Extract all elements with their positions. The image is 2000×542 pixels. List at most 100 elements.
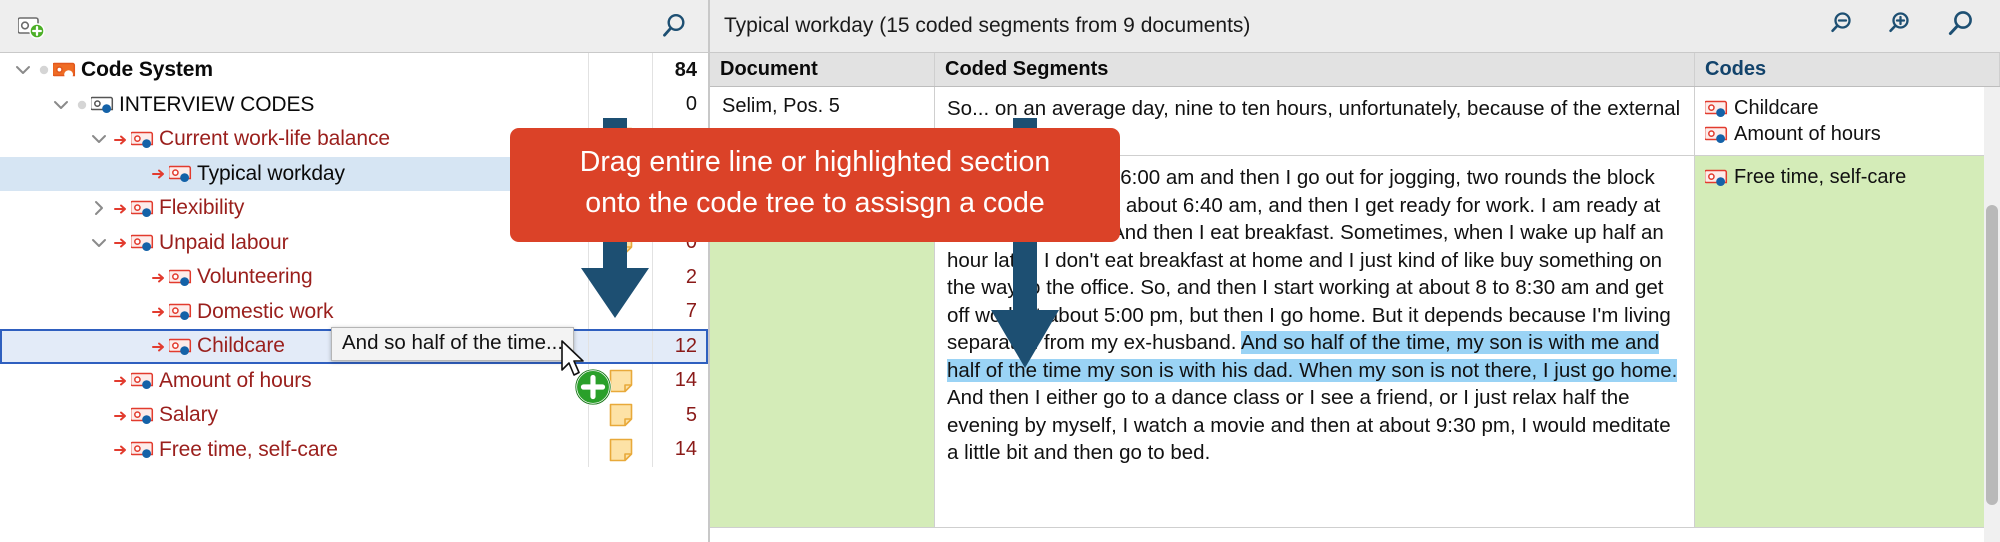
new-code-icon[interactable]	[14, 9, 52, 43]
memo-cell-empty	[588, 53, 652, 88]
code-icon-red	[130, 439, 159, 460]
code-icon-red	[130, 198, 159, 219]
maxqda-retrieved-segments-window: Code System 84 INTERVIEW CODES 0 Current wor…	[0, 0, 2000, 542]
activated-code-arrow-icon	[112, 408, 130, 423]
code-tree-search-icon[interactable]	[656, 9, 694, 43]
code-tree-item-label: Flexibility	[159, 196, 245, 220]
code-icon-red	[1705, 124, 1732, 145]
code-tree-item-label: Unpaid labour	[159, 230, 289, 254]
assigned-code-item[interactable]: Amount of hours	[1705, 121, 1989, 147]
code-icon-red	[1705, 98, 1732, 119]
assigned-code-item[interactable]: Childcare	[1705, 95, 1989, 121]
code-icon-red	[130, 370, 159, 391]
code-tree-item-label: Domestic work	[197, 299, 334, 323]
search-icon[interactable]	[1946, 9, 1976, 44]
code-tree-item-label: Amount of hours	[159, 368, 312, 392]
segments-scroll-thumb[interactable]	[1986, 205, 1998, 505]
retrieved-segments-title: Typical workday (15 coded segments from …	[724, 14, 1251, 37]
code-tree-item-label: Free time, self-care	[159, 437, 338, 461]
activated-code-arrow-icon	[112, 235, 130, 250]
code-frequency-count: 12	[652, 329, 708, 364]
code-tree-item-content[interactable]: Domestic work	[0, 300, 588, 324]
retrieved-segments-panel: Typical workday (15 coded segments from …	[710, 0, 2000, 542]
activated-code-arrow-icon	[150, 339, 168, 354]
code-system-toolbar	[0, 0, 708, 53]
code-tree-item-content[interactable]: Amount of hours	[0, 369, 588, 393]
segments-grid: Document Coded Segments Codes Selim, Pos…	[710, 53, 2000, 542]
chevron-down-icon[interactable]	[86, 130, 112, 148]
retrieved-segments-icon-group	[1830, 9, 1992, 44]
activated-code-arrow-icon	[112, 442, 130, 457]
code-frequency-count: 5	[652, 398, 708, 433]
column-header-document[interactable]: Document	[710, 53, 935, 86]
activated-code-arrow-icon	[150, 270, 168, 285]
retrieved-segments-toolbar: Typical workday (15 coded segments from …	[710, 0, 2000, 53]
column-header-codes[interactable]: Codes	[1695, 53, 2000, 86]
chevron-down-icon[interactable]	[10, 61, 36, 79]
code-icon-red	[168, 301, 197, 322]
code-frequency-count: 14	[652, 432, 708, 467]
activated-code-arrow-icon	[112, 373, 130, 388]
activated-code-arrow-icon	[150, 166, 168, 181]
code-frequency-count: 14	[652, 363, 708, 398]
code-tree-item-label: Current work-life balance	[159, 127, 390, 151]
code-tree-item-code-system[interactable]: Code System 84	[0, 53, 708, 88]
code-icon-red	[130, 405, 159, 426]
segments-scrollbar[interactable]	[1984, 87, 2000, 542]
code-tree-item-label: Code System	[81, 58, 213, 82]
zoom-in-icon[interactable]	[1888, 10, 1916, 43]
assigned-code-label: Childcare	[1734, 97, 1819, 119]
memo-icon[interactable]	[588, 432, 652, 467]
status-dot-icon	[36, 64, 52, 76]
code-tree-item-label: Volunteering	[197, 265, 313, 289]
callout-line-1: Drag entire line or highlighted section	[579, 146, 1051, 178]
code-tree-item-label: INTERVIEW CODES	[119, 92, 315, 116]
chevron-down-icon[interactable]	[86, 234, 112, 252]
zoom-out-icon[interactable]	[1830, 10, 1858, 43]
assigned-code-item[interactable]: Free time, self-care	[1705, 164, 1989, 190]
code-tree-item-content[interactable]: Volunteering	[0, 265, 588, 289]
assigned-code-label: Amount of hours	[1734, 123, 1881, 145]
code-tree-item-label: Salary	[159, 403, 218, 427]
column-header-coded-segments[interactable]: Coded Segments	[935, 53, 1695, 86]
code-tree-item-interview-codes[interactable]: INTERVIEW CODES 0	[0, 87, 708, 122]
activated-code-arrow-icon	[112, 132, 130, 147]
code-tree-item-label: Typical workday	[197, 161, 345, 185]
add-plus-badge-icon	[574, 368, 612, 406]
code-tree-item-content[interactable]: Flexibility	[0, 196, 588, 220]
code-icon-red	[168, 336, 197, 357]
code-tree-item-content[interactable]: Unpaid labour	[0, 231, 588, 255]
segment-codes-cell: Childcare Amount of hours	[1695, 87, 2000, 155]
code-icon-red	[130, 129, 159, 150]
memo-cell-empty	[588, 329, 652, 364]
code-icon-red	[168, 163, 197, 184]
code-tree-item-content[interactable]: Code System	[0, 58, 588, 82]
drag-ghost-label: And so half of the time...	[331, 327, 575, 361]
code-icon-red	[1705, 167, 1732, 188]
callout-line-2: onto the code tree to assisgn a code	[585, 187, 1045, 219]
code-icon-red	[168, 267, 197, 288]
code-frequency-count: 84	[652, 53, 708, 88]
code-tree-item-content[interactable]: Current work-life balance	[0, 127, 588, 151]
chevron-right-icon[interactable]	[86, 199, 112, 217]
segment-text-part[interactable]: And then I either go to a dance class or…	[947, 386, 1671, 464]
status-dot-icon	[74, 99, 90, 111]
chevron-down-icon[interactable]	[48, 96, 74, 114]
activated-code-arrow-icon	[150, 304, 168, 319]
instruction-callout: Drag entire line or highlighted section …	[510, 128, 1120, 242]
code-tree-item-free-time-self-care[interactable]: Free time, self-care 14	[0, 432, 708, 467]
code-tree-item-content[interactable]: Salary	[0, 403, 588, 427]
code-tree-item-content[interactable]: INTERVIEW CODES	[0, 93, 588, 117]
code-system-icon	[52, 60, 81, 81]
code-icon-red	[130, 232, 159, 253]
activated-code-arrow-icon	[112, 201, 130, 216]
code-tree-item-content[interactable]: Typical workday	[0, 162, 588, 186]
code-icon-blue	[90, 94, 119, 115]
assigned-code-label: Free time, self-care	[1734, 166, 1907, 188]
code-tree-item-content[interactable]: Free time, self-care	[0, 438, 588, 462]
code-tree-item-label: Childcare	[197, 334, 285, 358]
code-frequency-count: 0	[652, 87, 708, 122]
memo-cell-empty	[588, 87, 652, 122]
segments-grid-header: Document Coded Segments Codes	[710, 53, 2000, 87]
segment-codes-cell: Free time, self-care	[1695, 156, 2000, 527]
